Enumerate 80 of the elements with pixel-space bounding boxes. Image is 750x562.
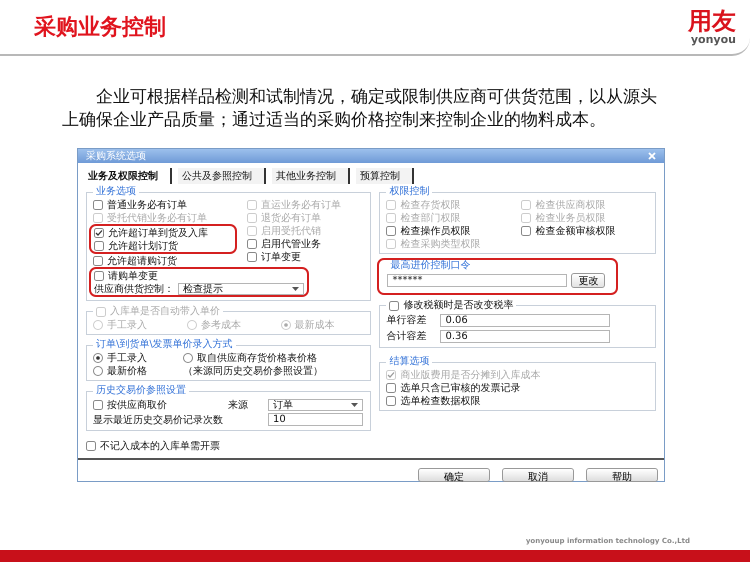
checkbox-label: 允许超订单到货及入库: [108, 226, 208, 240]
checkbox-label: 受托代销业务必有订单: [107, 212, 207, 224]
field-label: 来源: [228, 398, 249, 412]
checkbox-label: 检查部门权限: [400, 212, 460, 224]
group-title: 业务选项: [95, 186, 137, 198]
field-label: 显示最近历史交易价记录次数: [93, 414, 223, 426]
checkbox-label: 启用代管业务: [261, 238, 321, 250]
input-field[interactable]: 0.06: [440, 314, 610, 326]
dropdown-caret-icon: [292, 286, 299, 290]
checkbox[interactable]: [389, 300, 400, 310]
checkbox[interactable]: [94, 270, 104, 280]
note-text: （来源同历史交易价参照设置）: [183, 364, 323, 378]
dropdown[interactable]: 检查提示: [178, 282, 304, 294]
checkbox-label: 入库单是否自动带入单价: [110, 306, 220, 318]
radio-label: 手工录入: [107, 318, 147, 332]
group-title: 最高进价控制口令: [389, 260, 472, 272]
dialog-button[interactable]: 取消: [502, 468, 574, 482]
checkbox-label: 选单只含已审核的发票记录: [400, 382, 520, 394]
group-title: 订单\到货单\发票单价录入方式: [95, 339, 234, 351]
checkbox-label: 检查采购类型权限: [400, 238, 480, 250]
dialog-button[interactable]: 确定: [418, 468, 490, 482]
field-label: 合计容差: [386, 330, 426, 343]
checkbox-label: 请购单变更: [108, 270, 158, 282]
checkbox[interactable]: [386, 226, 396, 236]
slide-title: 采购业务控制: [34, 14, 166, 42]
checkbox-label: 选单检查数据权限: [400, 394, 480, 408]
radio-button[interactable]: [93, 366, 103, 376]
dialog-button[interactable]: 帮助: [586, 468, 658, 482]
dropdown-caret-icon: [351, 402, 358, 406]
password-field[interactable]: ******: [387, 274, 568, 286]
checkbox-label: 检查金额审核权限: [535, 224, 616, 238]
checkbox-label: 启用受托代销: [261, 224, 321, 238]
radio-label: 最新成本: [294, 318, 335, 332]
checkbox-label: 允许超计划订货: [108, 240, 178, 252]
input-field[interactable]: 10: [268, 413, 363, 426]
checkbox[interactable]: [93, 256, 103, 266]
checkbox-label: 允许超请购订货: [107, 254, 177, 268]
checkbox-label: 检查业务员权限: [535, 212, 606, 224]
checkbox[interactable]: [94, 240, 104, 250]
dropdown[interactable]: 订单: [268, 398, 363, 410]
checkbox-label: 订单变更: [261, 250, 301, 264]
checkbox-label: 不记入成本的入库单需开票: [100, 440, 220, 452]
dialog-title: 采购系统选项: [86, 150, 146, 163]
checkbox-label: 直运业务必有订单: [261, 198, 341, 212]
radio-label: 手工录入: [107, 352, 147, 364]
checkbox-label: 检查存货权限: [400, 198, 460, 212]
checkbox[interactable]: [94, 228, 104, 238]
checkbox[interactable]: [86, 440, 96, 450]
intro-paragraph: 企业可根据样品检测和试制情况，确定或限制供应商可供货范围，以从源头上确保企业产品质量；通过适当的采购价格控制来控制企业的物料成本。: [62, 86, 658, 132]
field-label: 供应商供货控制：: [94, 282, 174, 296]
checkbox[interactable]: [93, 200, 103, 210]
radio-label: 取自供应商存货价格表价格: [197, 352, 317, 364]
checkbox[interactable]: [93, 400, 103, 410]
tab[interactable]: 预算控制: [356, 168, 414, 184]
change-button[interactable]: 更改: [571, 272, 606, 288]
tab[interactable]: 其他业务控制: [272, 168, 350, 184]
radio-label: 最新价格: [107, 364, 147, 378]
checkbox-label: 商业版费用是否分摊到入库成本: [400, 368, 540, 382]
checkbox-label: 普通业务必有订单: [107, 198, 187, 212]
checkbox[interactable]: [386, 396, 396, 406]
radio-label: 参考成本: [200, 318, 241, 332]
checkbox-label: 退货必有订单: [261, 212, 321, 224]
checkbox[interactable]: [247, 238, 257, 248]
logo: 用友 yonyou: [688, 8, 736, 46]
checkbox[interactable]: [386, 382, 396, 392]
group-title: 结算选项: [388, 356, 430, 368]
checkbox-label: 修改税额时是否改变税率: [403, 300, 514, 312]
group-title: 权限控制: [388, 186, 430, 198]
checkbox[interactable]: [521, 226, 532, 236]
close-icon[interactable]: [648, 152, 656, 160]
radio-button[interactable]: [183, 352, 193, 362]
checkbox-label: 检查供应商权限: [535, 198, 606, 212]
input-field[interactable]: 0.36: [440, 330, 610, 342]
checkbox-label: 按供应商取价: [107, 398, 167, 412]
tab[interactable]: 公共及参照控制: [178, 168, 266, 184]
field-label: 单行容差: [386, 314, 426, 327]
group-title: 历史交易价参照设置: [95, 385, 187, 397]
checkbox[interactable]: [247, 252, 257, 262]
radio-button[interactable]: [93, 352, 103, 362]
checkbox-label: 检查操作员权限: [400, 224, 470, 238]
